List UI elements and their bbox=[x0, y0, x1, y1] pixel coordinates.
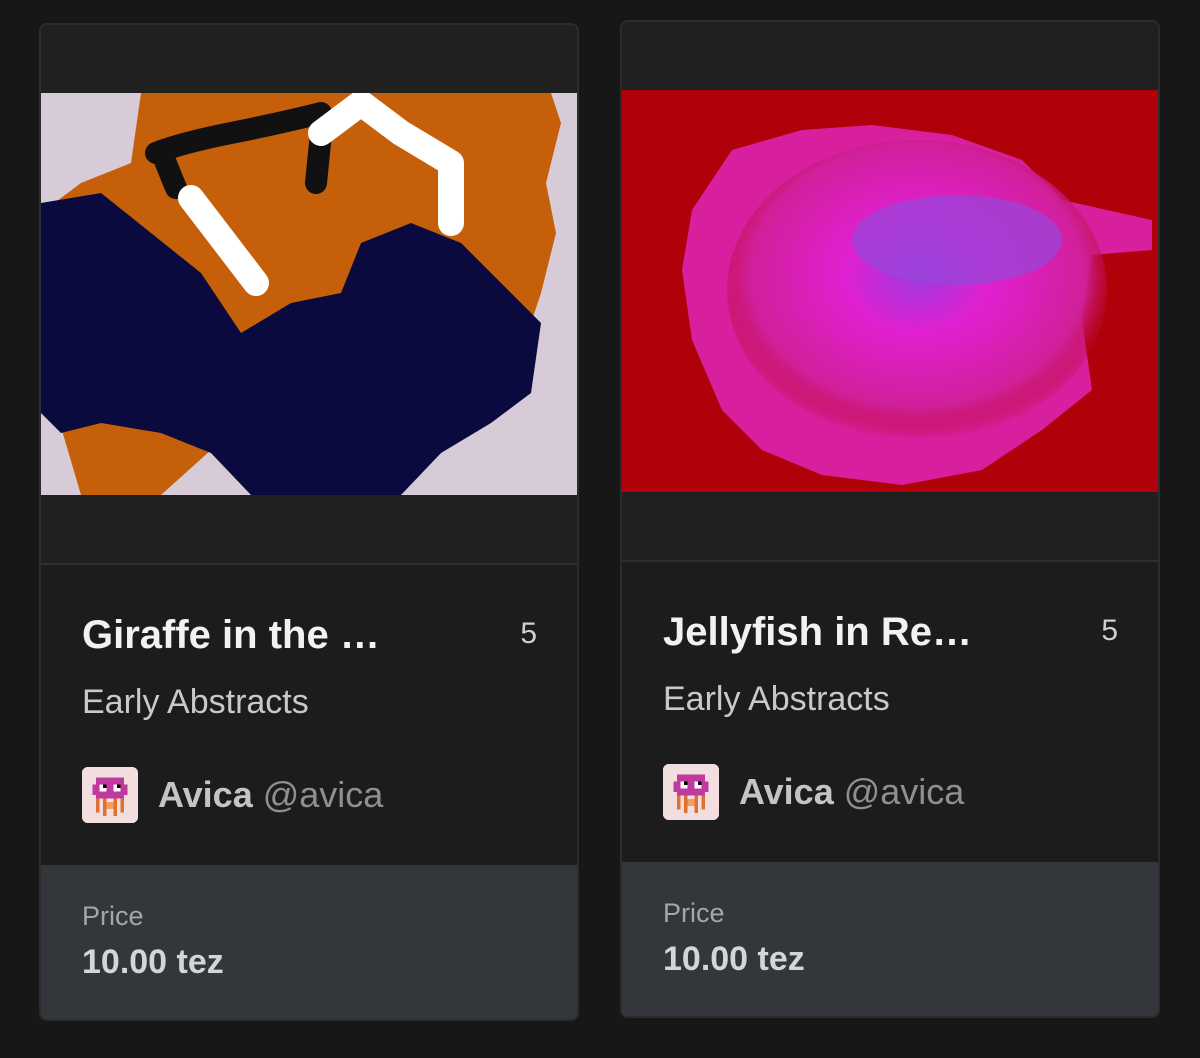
nft-card[interactable]: Jellyfish in Re… 5 Early Abstracts Avica… bbox=[620, 20, 1160, 1018]
nft-card[interactable]: Giraffe in the … 5 Early Abstracts Avica… bbox=[39, 23, 579, 1021]
creator-name[interactable]: Avica bbox=[158, 774, 253, 816]
creator-handle[interactable]: @avica bbox=[263, 774, 384, 816]
price-box: Price 10.00 tez bbox=[41, 865, 577, 1019]
jellyfish-avatar-icon[interactable] bbox=[663, 764, 719, 820]
artwork-image[interactable] bbox=[41, 93, 577, 495]
price-label: Price bbox=[82, 901, 144, 931]
card-title[interactable]: Giraffe in the … bbox=[82, 613, 380, 658]
edition-count: 5 bbox=[520, 617, 537, 650]
artwork-frame[interactable] bbox=[622, 22, 1158, 562]
creator[interactable]: Avica @avica bbox=[82, 767, 383, 823]
price-value: 10.00 tez bbox=[82, 943, 224, 981]
creator[interactable]: Avica @avica bbox=[663, 764, 964, 820]
collection-name[interactable]: Early Abstracts bbox=[663, 680, 890, 719]
card-info: Jellyfish in Re… 5 Early Abstracts Avica… bbox=[622, 562, 1158, 862]
creator-name[interactable]: Avica bbox=[739, 771, 834, 813]
card-info: Giraffe in the … 5 Early Abstracts Avica… bbox=[41, 565, 577, 865]
price-label: Price bbox=[663, 898, 725, 928]
jellyfish-avatar-icon[interactable] bbox=[82, 767, 138, 823]
edition-count: 5 bbox=[1101, 614, 1118, 647]
price-value: 10.00 tez bbox=[663, 940, 805, 978]
collection-name[interactable]: Early Abstracts bbox=[82, 683, 309, 722]
creator-handle[interactable]: @avica bbox=[844, 771, 965, 813]
artwork-image[interactable] bbox=[622, 90, 1158, 492]
artwork-frame[interactable] bbox=[41, 25, 577, 565]
card-title[interactable]: Jellyfish in Re… bbox=[663, 610, 972, 655]
price-box: Price 10.00 tez bbox=[622, 862, 1158, 1016]
